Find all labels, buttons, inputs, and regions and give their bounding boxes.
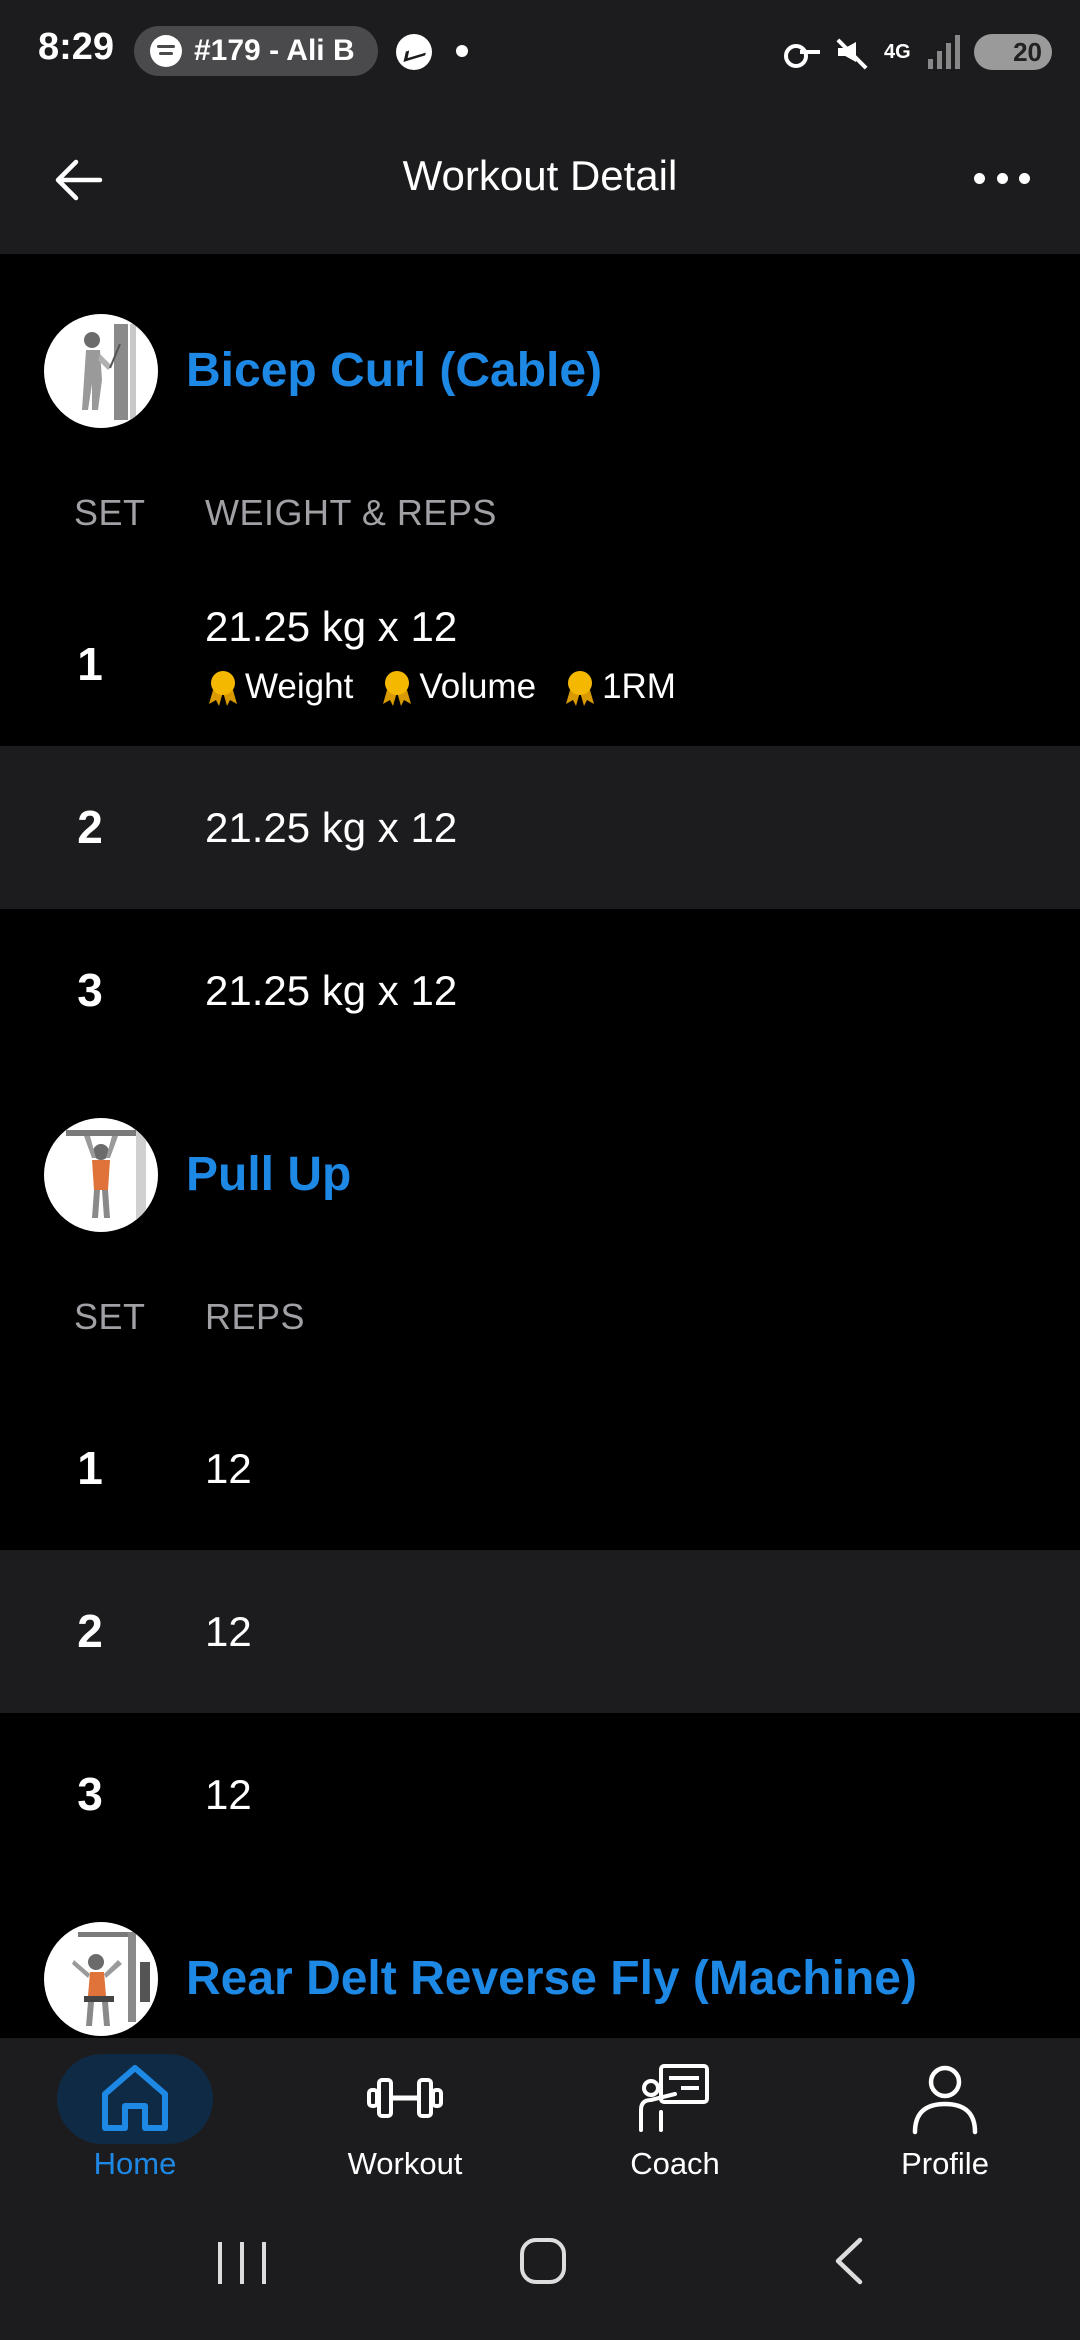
medal-icon [209, 671, 237, 706]
pr-badge-weight: Weight [205, 667, 353, 707]
pr-badge-label: Weight [245, 667, 354, 706]
profile-icon [912, 2065, 978, 2135]
workout-detail-list[interactable]: Bicep Curl (Cable) SET WEIGHT & REPS 1 2… [0, 254, 1080, 2038]
set-number: 3 [77, 964, 103, 1016]
exercise-name[interactable]: Pull Up [186, 1110, 351, 1240]
set-table-header: SET WEIGHT & REPS [0, 484, 1080, 544]
media-notification-chip[interactable]: #179 - Ali B [134, 26, 378, 76]
exercise-thumbnail [44, 314, 158, 428]
page-title: Workout Detail [402, 152, 678, 199]
set-row: 1 21.25 kg x 12 Weight Volume 1RM [0, 583, 1080, 746]
nav-label-profile: Profile [901, 2146, 989, 2181]
pr-badge-1rm: 1RM [562, 667, 676, 707]
set-number: 1 [77, 1442, 103, 1494]
exercise-name[interactable]: Bicep Curl (Cable) [186, 306, 602, 436]
set-number: 2 [77, 801, 103, 853]
recents-icon[interactable] [218, 2242, 266, 2284]
exercise-header[interactable]: Pull Up [0, 1110, 1080, 1240]
coach-icon [639, 2064, 709, 2132]
set-value: 21.25 kg x 12 [205, 603, 458, 650]
exercise-header[interactable]: Rear Delt Reverse Fly (Machine) [0, 1914, 1080, 2038]
system-back-icon[interactable] [828, 2236, 868, 2286]
vpn-key-icon [784, 42, 820, 68]
battery-level: 20 [1013, 36, 1042, 67]
column-header-reps: REPS [205, 1296, 306, 1337]
set-row: 1 12 [0, 1387, 1080, 1550]
bottom-navigation: Home Workout Coach Profile [0, 2038, 1080, 2188]
mute-icon [834, 34, 870, 70]
spotify-icon [150, 35, 182, 67]
home-button-icon[interactable] [520, 2238, 566, 2284]
exercise-thumbnail [44, 1118, 158, 1232]
status-time: 8:29 [38, 26, 115, 68]
column-header-weight-reps: WEIGHT & REPS [205, 492, 497, 533]
nav-label-home: Home [93, 2146, 177, 2181]
nav-item-home[interactable]: Home [0, 2038, 270, 2188]
column-header-set: SET [74, 492, 146, 533]
set-row: 3 12 [0, 1713, 1080, 1876]
nav-label-workout: Workout [347, 2146, 463, 2181]
set-number: 1 [77, 638, 103, 690]
personal-records: Weight Volume 1RM [205, 667, 676, 707]
exercise-name[interactable]: Rear Delt Reverse Fly (Machine) [186, 1914, 917, 2038]
status-icons: 4G 20 [784, 30, 1052, 74]
status-bar: 8:29 #179 - Ali B 4G 20 [0, 0, 1080, 104]
battery-icon: 20 [974, 34, 1052, 70]
home-icon [102, 2065, 168, 2131]
set-row: 3 21.25 kg x 12 [0, 909, 1080, 1072]
media-notification-text: #179 - Ali B [194, 34, 355, 67]
nav-item-profile[interactable]: Profile [810, 2038, 1080, 2188]
exercise-thumbnail [44, 1922, 158, 2036]
system-navigation-bar [0, 2188, 1080, 2340]
nav-item-workout[interactable]: Workout [270, 2038, 540, 2188]
messenger-icon [396, 34, 432, 70]
set-value: 21.25 kg x 12 [205, 804, 458, 851]
exercise-header[interactable]: Bicep Curl (Cable) [0, 306, 1080, 436]
set-value: 12 [205, 1608, 252, 1655]
set-value: 21.25 kg x 12 [205, 967, 458, 1014]
dumbbell-icon [367, 2078, 443, 2118]
pr-badge-label: Volume [419, 667, 537, 706]
pr-badge-label: 1RM [602, 667, 676, 706]
set-number: 3 [77, 1768, 103, 1820]
top-app-bar: Workout Detail [0, 104, 1080, 254]
nav-label-coach: Coach [630, 2146, 720, 2181]
set-value: 12 [205, 1445, 252, 1492]
set-table-header: SET REPS [0, 1288, 1080, 1348]
medal-icon [566, 671, 595, 706]
set-value: 12 [205, 1771, 252, 1818]
set-row: 2 12 [0, 1550, 1080, 1713]
more-options-icon[interactable] [974, 166, 1030, 190]
network-type: 4G [884, 41, 911, 63]
more-notifications-dot [456, 45, 468, 57]
signal-icon [928, 35, 960, 69]
pr-badge-volume: Volume [379, 667, 536, 707]
medal-icon [383, 671, 412, 706]
nav-item-coach[interactable]: Coach [540, 2038, 810, 2188]
set-number: 2 [77, 1605, 103, 1657]
column-header-set: SET [74, 1296, 146, 1337]
set-row: 2 21.25 kg x 12 [0, 746, 1080, 909]
